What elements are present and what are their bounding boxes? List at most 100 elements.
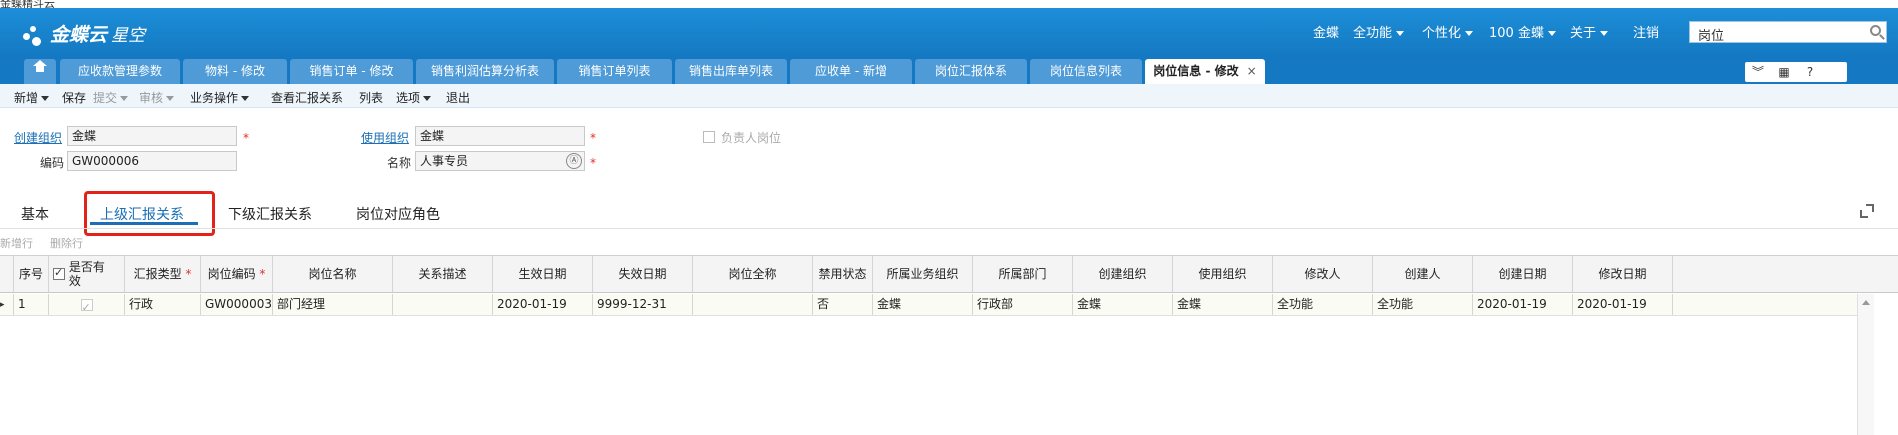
tab-post-report-system[interactable]: 岗位汇报体系	[915, 59, 1027, 84]
save-button[interactable]: 保存	[62, 89, 86, 106]
cell-post-fullname[interactable]	[693, 294, 813, 315]
tab-post-info-edit[interactable]: 岗位信息 - 修改 ×	[1145, 59, 1265, 84]
required-mark: *	[590, 156, 596, 170]
search-icon[interactable]	[1870, 25, 1881, 36]
tab-lower-report[interactable]: 下级汇报关系	[228, 204, 312, 224]
search-value: 岗位	[1698, 29, 1725, 44]
col-effective-date[interactable]: 生效日期	[493, 256, 593, 292]
cell-use-org[interactable]: 金蝶	[1173, 294, 1273, 315]
col-modifier[interactable]: 修改人	[1273, 256, 1373, 292]
create-org-label[interactable]: 创建组织	[14, 129, 62, 146]
col-use-org[interactable]: 使用组织	[1173, 256, 1273, 292]
audit-button[interactable]: 审核	[139, 89, 175, 106]
home-tab[interactable]	[24, 59, 56, 84]
col-post-fullname[interactable]: 岗位全称	[693, 256, 813, 292]
cell-seq[interactable]: 1	[14, 294, 49, 315]
add-row-button[interactable]: 新增行	[0, 235, 33, 251]
table-row[interactable]: 1 行政 GW000003 部门经理 2020-01-19 9999-12-31…	[0, 294, 1860, 316]
name-value: 人事专员	[420, 154, 469, 168]
cell-effective-date[interactable]: 2020-01-19	[493, 294, 593, 315]
col-seq[interactable]: 序号	[14, 256, 49, 292]
grid-menu-icon[interactable]: ▦	[1771, 62, 1797, 82]
logout-link[interactable]: 注销	[1633, 22, 1659, 41]
cell-valid[interactable]	[49, 294, 125, 315]
col-report-type[interactable]: 汇报类型 *	[125, 256, 201, 292]
close-icon[interactable]: ×	[1247, 64, 1257, 78]
use-org-field[interactable]: 金蝶	[415, 126, 585, 146]
cell-disabled[interactable]: 否	[813, 294, 873, 315]
name-field[interactable]: 人事专员 Ⓐ	[415, 151, 585, 171]
chevron-down-icon	[166, 96, 175, 101]
cell-report-type[interactable]: 行政	[125, 294, 201, 315]
logo-icon	[20, 25, 46, 47]
create-org-field[interactable]: 金蝶	[67, 126, 237, 146]
col-post-name[interactable]: 岗位名称	[273, 256, 393, 292]
col-disabled[interactable]: 禁用状态	[813, 256, 873, 292]
form-toolbar: 新增 保存 提交 审核 业务操作 查看汇报关系 列表 选项 退出	[0, 84, 1898, 108]
expand-icon[interactable]	[1860, 204, 1874, 218]
personalize-menu[interactable]: 个性化	[1422, 22, 1474, 41]
account-menu[interactable]: 100 金蝶	[1489, 22, 1556, 41]
col-modify-date[interactable]: 修改日期	[1573, 256, 1673, 292]
cell-business-org[interactable]: 金蝶	[873, 294, 973, 315]
cell-modifier[interactable]: 全功能	[1273, 294, 1373, 315]
valid-checkbox[interactable]	[80, 297, 93, 315]
collapse-icon[interactable]: ︾	[1745, 62, 1771, 82]
code-field[interactable]: GW000006	[67, 151, 237, 171]
current-row-indicator: ▸	[0, 300, 5, 310]
list-button[interactable]: 列表	[359, 89, 383, 106]
col-create-date[interactable]: 创建日期	[1473, 256, 1573, 292]
about-menu[interactable]: 关于	[1570, 22, 1609, 41]
cell-modify-date[interactable]: 2020-01-19	[1573, 294, 1673, 315]
col-create-org[interactable]: 创建组织	[1073, 256, 1173, 292]
submit-button[interactable]: 提交	[93, 89, 129, 106]
cell-create-org[interactable]: 金蝶	[1073, 294, 1173, 315]
cell-department[interactable]: 行政部	[973, 294, 1073, 315]
multilang-icon[interactable]: Ⓐ	[566, 153, 582, 169]
grid-scrollbar[interactable]	[1857, 294, 1874, 435]
col-expire-date[interactable]: 失效日期	[593, 256, 693, 292]
help-icon[interactable]: ?	[1797, 62, 1823, 82]
tab-material-edit[interactable]: 物料 - 修改	[183, 59, 287, 84]
cell-relation-desc[interactable]	[393, 294, 493, 315]
delete-row-button[interactable]: 删除行	[50, 235, 83, 251]
name-label: 名称	[387, 156, 412, 170]
col-department[interactable]: 所属部门	[973, 256, 1073, 292]
options-menu[interactable]: 选项	[396, 89, 432, 106]
cell-creator[interactable]: 全功能	[1373, 294, 1473, 315]
org-switch[interactable]: 金蝶	[1313, 22, 1339, 41]
col-business-org[interactable]: 所属业务组织	[873, 256, 973, 292]
cell-post-name[interactable]: 部门经理	[273, 294, 393, 315]
tab-ar-new[interactable]: 应收单 - 新增	[790, 59, 912, 84]
col-creator[interactable]: 创建人	[1373, 256, 1473, 292]
col-valid[interactable]: 是否有效	[49, 256, 125, 292]
tab-ar-params[interactable]: 应收款管理参数	[60, 59, 180, 84]
tab-sales-outbound-list[interactable]: 销售出库单列表	[675, 59, 787, 84]
tab-sales-order-edit[interactable]: 销售订单 - 修改	[290, 59, 413, 84]
view-report-relation-button[interactable]: 查看汇报关系	[271, 89, 343, 106]
leader-post-label: 负责人岗位	[721, 131, 782, 145]
leader-post-checkbox[interactable]	[703, 131, 715, 143]
tab-post-info-list[interactable]: 岗位信息列表	[1030, 59, 1142, 84]
chevron-down-icon	[120, 96, 129, 101]
select-all-checkbox[interactable]	[53, 266, 65, 280]
col-post-code[interactable]: 岗位编码 *	[201, 256, 273, 292]
new-button[interactable]: 新增	[14, 89, 50, 106]
cell-create-date[interactable]: 2020-01-19	[1473, 294, 1573, 315]
chevron-down-icon	[423, 96, 432, 101]
tab-sales-order-list[interactable]: 销售订单列表	[557, 59, 672, 84]
all-functions-menu[interactable]: 全功能	[1353, 22, 1405, 41]
business-ops-menu[interactable]: 业务操作	[190, 89, 250, 106]
tab-post-roles[interactable]: 岗位对应角色	[356, 204, 440, 224]
col-relation-desc[interactable]: 关系描述	[393, 256, 493, 292]
chevron-down-icon	[1600, 31, 1609, 36]
chevron-down-icon	[1547, 31, 1556, 36]
tab-basic[interactable]: 基本	[21, 204, 49, 224]
global-search-input[interactable]: 岗位	[1689, 21, 1887, 44]
logo-sub: 星空	[111, 26, 146, 46]
use-org-label[interactable]: 使用组织	[361, 129, 409, 146]
cell-expire-date[interactable]: 9999-12-31	[593, 294, 693, 315]
tab-sales-profit-analysis[interactable]: 销售利润估算分析表	[416, 59, 554, 84]
exit-button[interactable]: 退出	[446, 89, 470, 106]
cell-post-code[interactable]: GW000003	[201, 294, 273, 315]
